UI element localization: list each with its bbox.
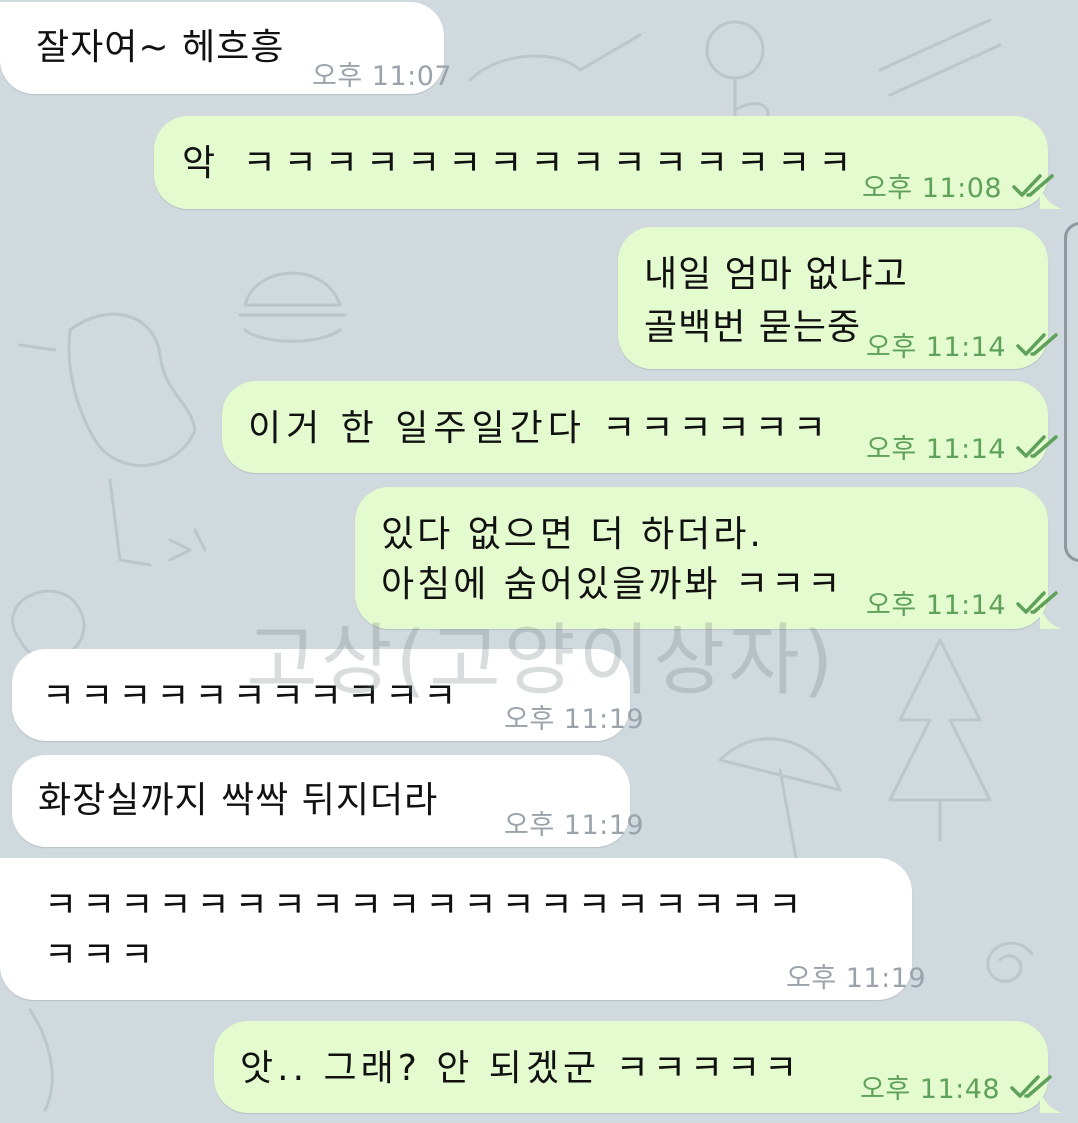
message-bubble-outgoing[interactable]: 앗.. 그래? 안 되겠군 ㅋㅋㅋㅋㅋ 오후 11:48 bbox=[214, 1021, 1062, 1113]
message-bubble-incoming[interactable]: 잘자여~ 헤흐흥 오후 11:07 bbox=[0, 2, 452, 94]
message-meta: 오후 11:19 bbox=[786, 956, 926, 995]
message-text: ㅋㅋㅋㅋㅋㅋㅋㅋㅋㅋㅋ bbox=[42, 676, 462, 717]
message-time: 오후 11:14 bbox=[866, 590, 1007, 621]
message-bubble-outgoing[interactable]: 내일 엄마 없냐고 골백번 묻는중 오후 11:14 bbox=[618, 227, 1058, 369]
message-bubble-incoming[interactable]: ㅋㅋㅋㅋㅋㅋㅋㅋㅋㅋㅋ 오후 11:19 bbox=[12, 649, 644, 741]
bubble-tail bbox=[1040, 1091, 1062, 1113]
message-time: 오후 11:48 bbox=[860, 1074, 1001, 1105]
bubble-tail bbox=[1040, 187, 1062, 209]
message-meta: 오후 11:14 bbox=[866, 583, 1060, 622]
message-meta: 오후 11:19 bbox=[504, 697, 644, 736]
message-text-line: 아침에 숨어있을까봐 ㅋㅋㅋ bbox=[381, 564, 844, 605]
message-text-line: 내일 엄마 없냐고 bbox=[644, 254, 908, 295]
message-text-line: 골백번 묻는중 bbox=[644, 307, 862, 348]
message-meta: 오후 11:19 bbox=[504, 803, 644, 842]
message-time: 오후 11:08 bbox=[862, 173, 1003, 204]
message-text: 화장실까지 싹싹 뒤지더라 bbox=[38, 780, 439, 821]
message-bubble-incoming[interactable]: 화장실까지 싹싹 뒤지더라 오후 11:19 bbox=[12, 755, 644, 847]
message-bubble-incoming[interactable]: ㅋㅋㅋㅋㅋㅋㅋㅋㅋㅋㅋㅋㅋㅋㅋㅋㅋㅋㅋㅋ ㅋㅋㅋ 오후 11:19 bbox=[0, 858, 926, 1000]
message-text-line: 있다 없으면 더 하더라. bbox=[381, 514, 764, 555]
message-meta: 오후 11:07 bbox=[312, 54, 452, 93]
message-text: 앗.. 그래? 안 되겠군 ㅋㅋㅋㅋㅋ bbox=[240, 1048, 802, 1089]
message-time: 오후 11:19 bbox=[504, 704, 645, 735]
message-time: 오후 11:14 bbox=[866, 434, 1007, 465]
scroll-edge-indicator[interactable] bbox=[1064, 222, 1078, 562]
message-text: 악 ㅋㅋㅋㅋㅋㅋㅋㅋㅋㅋㅋㅋㅋㅋㅋ bbox=[182, 143, 860, 184]
double-check-icon bbox=[1016, 332, 1060, 358]
double-check-icon bbox=[1016, 434, 1060, 460]
message-time: 오후 11:19 bbox=[786, 963, 927, 994]
message-text: 잘자여~ 헤흐흥 bbox=[36, 27, 285, 68]
message-text-line: ㅋㅋㅋㅋㅋㅋㅋㅋㅋㅋㅋㅋㅋㅋㅋㅋㅋㅋㅋㅋ bbox=[44, 885, 807, 926]
message-text-line: ㅋㅋㅋ bbox=[44, 935, 159, 976]
message-time: 오후 11:07 bbox=[312, 61, 453, 92]
message-text: 이거 한 일주일간다 ㅋㅋㅋㅋㅋㅋ bbox=[248, 408, 832, 449]
message-meta: 오후 11:48 bbox=[860, 1067, 1054, 1106]
message-meta: 오후 11:14 bbox=[866, 325, 1060, 364]
message-time: 오후 11:14 bbox=[866, 332, 1007, 363]
message-bubble-outgoing[interactable]: 이거 한 일주일간다 ㅋㅋㅋㅋㅋㅋ 오후 11:14 bbox=[222, 381, 1058, 473]
message-bubble-outgoing[interactable]: 있다 없으면 더 하더라. 아침에 숨어있을까봐 ㅋㅋㅋ 오후 11:14 bbox=[355, 487, 1062, 629]
message-meta: 오후 11:08 bbox=[862, 166, 1056, 205]
message-time: 오후 11:19 bbox=[504, 810, 645, 841]
message-meta: 오후 11:14 bbox=[866, 427, 1060, 466]
message-list[interactable]: 잘자여~ 헤흐흥 오후 11:07 악 ㅋㅋㅋㅋㅋㅋㅋㅋㅋㅋㅋㅋㅋㅋㅋ 오후 1… bbox=[0, 0, 1078, 1123]
bubble-tail bbox=[1040, 607, 1062, 629]
message-bubble-outgoing[interactable]: 악 ㅋㅋㅋㅋㅋㅋㅋㅋㅋㅋㅋㅋㅋㅋㅋ 오후 11:08 bbox=[154, 116, 1062, 209]
